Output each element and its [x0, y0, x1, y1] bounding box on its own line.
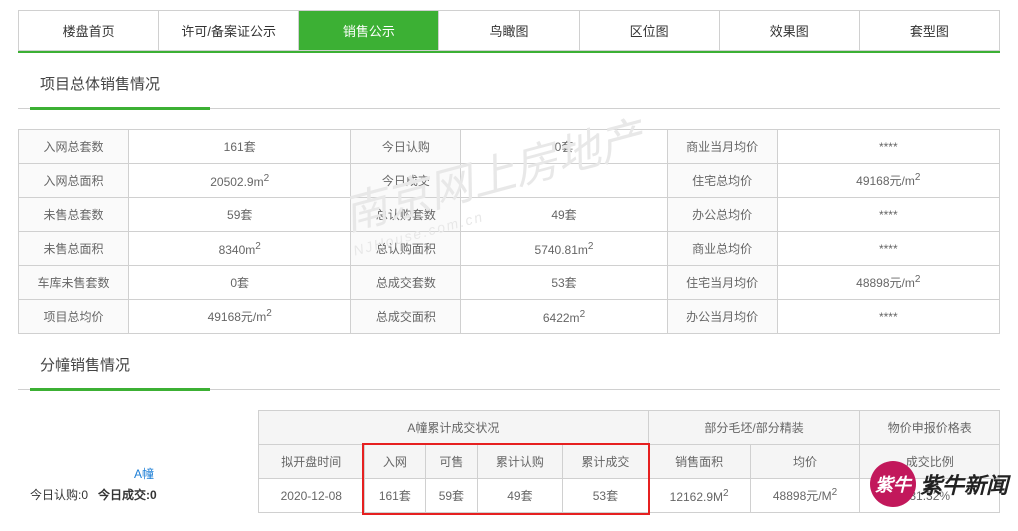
summary-label: 今日认购 — [351, 130, 461, 164]
summary-label: 今日成交 — [351, 164, 461, 198]
summary-value: 48898元/m2 — [777, 266, 999, 300]
sub-col-header: 拟开盘时间 — [259, 445, 365, 479]
sub-cell: 2020-12-08 — [259, 479, 365, 513]
summary-value: 20502.9m2 — [129, 164, 351, 198]
sub-col-header: 销售面积 — [648, 445, 750, 479]
summary-label: 入网总面积 — [19, 164, 129, 198]
sub-col-header: 可售 — [426, 445, 478, 479]
sub-cell: 12162.9M2 — [648, 479, 750, 513]
summary-value: 6422m2 — [461, 300, 667, 334]
summary-value: 161套 — [129, 130, 351, 164]
summary-label: 住宅当月均价 — [667, 266, 777, 300]
summary-label: 未售总面积 — [19, 232, 129, 266]
summary-label: 办公总均价 — [667, 198, 777, 232]
summary-value: 49168元/m2 — [129, 300, 351, 334]
tab-6[interactable]: 套型图 — [860, 11, 999, 50]
logo-text: 紫牛新闻 — [920, 468, 1008, 500]
sub-header-decor: 部分毛坯/部分精装 — [648, 411, 860, 445]
sub-cell: 59套 — [426, 479, 478, 513]
summary-value: **** — [777, 232, 999, 266]
summary-label: 入网总套数 — [19, 130, 129, 164]
summary-label: 项目总均价 — [19, 300, 129, 334]
tabs-underline — [18, 51, 1000, 53]
building-area: A幢 今日认购:0 今日成交:0 A幢累计成交状况部分毛坯/部分精装物价申报价格… — [18, 410, 1000, 513]
building-name: A幢 — [30, 465, 258, 482]
summary-value: **** — [777, 300, 999, 334]
section-title-overall: 项目总体销售情况 — [40, 73, 1000, 100]
summary-table: 入网总套数161套今日认购0套商业当月均价****入网总面积20502.9m2今… — [18, 129, 1000, 334]
summary-label: 办公当月均价 — [667, 300, 777, 334]
summary-value: 0套 — [461, 130, 667, 164]
summary-value: 59套 — [129, 198, 351, 232]
section-underline — [18, 389, 1000, 390]
summary-label: 总成交套数 — [351, 266, 461, 300]
logo-circle: 紫牛 — [870, 461, 916, 507]
summary-value: 53套 — [461, 266, 667, 300]
sub-col-header: 均价 — [750, 445, 860, 479]
summary-label: 总认购套数 — [351, 198, 461, 232]
sub-header-status: A幢累计成交状况 — [259, 411, 649, 445]
tab-3[interactable]: 鸟瞰图 — [439, 11, 579, 50]
summary-value: **** — [777, 130, 999, 164]
sub-cell: 161套 — [364, 479, 426, 513]
sub-cell: 53套 — [563, 479, 649, 513]
summary-label: 总成交面积 — [351, 300, 461, 334]
summary-value: 8340m2 — [129, 232, 351, 266]
summary-value: 49套 — [461, 198, 667, 232]
tab-5[interactable]: 效果图 — [720, 11, 860, 50]
summary-value — [461, 164, 667, 198]
sub-col-header: 累计成交 — [563, 445, 649, 479]
summary-label: 车库未售套数 — [19, 266, 129, 300]
summary-value: 49168元/m2 — [777, 164, 999, 198]
summary-label: 商业总均价 — [667, 232, 777, 266]
section-title-building: 分幢销售情况 — [40, 354, 1000, 381]
building-today-stats: A幢 今日认购:0 今日成交:0 — [18, 455, 258, 513]
summary-label: 商业当月均价 — [667, 130, 777, 164]
summary-label: 住宅总均价 — [667, 164, 777, 198]
price-report-link[interactable]: 物价申报价格表 — [860, 411, 1000, 445]
publisher-logo: 紫牛 紫牛新闻 — [870, 461, 1008, 507]
tab-2[interactable]: 销售公示 — [299, 11, 439, 50]
sub-cell: 48898元/M2 — [750, 479, 860, 513]
sub-col-header: 入网 — [364, 445, 426, 479]
main-tabs: 楼盘首页许可/备案证公示销售公示鸟瞰图区位图效果图套型图 — [18, 10, 1000, 51]
summary-value: 0套 — [129, 266, 351, 300]
summary-label: 未售总套数 — [19, 198, 129, 232]
summary-value: **** — [777, 198, 999, 232]
sub-col-header: 累计认购 — [477, 445, 563, 479]
tab-0[interactable]: 楼盘首页 — [19, 11, 159, 50]
tab-4[interactable]: 区位图 — [580, 11, 720, 50]
sub-cell: 49套 — [477, 479, 563, 513]
tab-1[interactable]: 许可/备案证公示 — [159, 11, 299, 50]
summary-value: 5740.81m2 — [461, 232, 667, 266]
summary-label: 总认购面积 — [351, 232, 461, 266]
section-underline — [18, 108, 1000, 109]
